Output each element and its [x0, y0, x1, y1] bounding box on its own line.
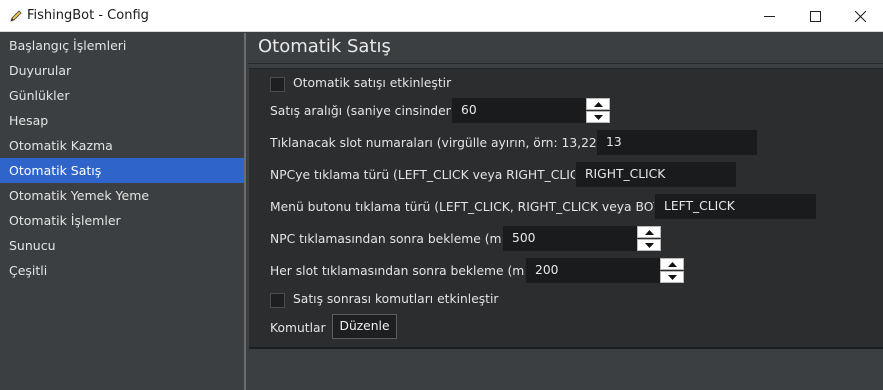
npc-wait-stepper [637, 225, 661, 252]
sidebar-item-server[interactable]: Sunucu [0, 233, 244, 258]
close-button[interactable] [837, 0, 883, 32]
arrow-up-icon [667, 261, 677, 267]
maximize-icon [809, 10, 821, 22]
slot-wait-decrement-button[interactable] [660, 271, 684, 283]
sidebar-item-auto-sell[interactable]: Otomatik Satış [0, 158, 244, 183]
npc-click-type-input[interactable]: RIGHT_CLICK [575, 161, 737, 188]
slot-wait-label: Her slot tıklamasından sonra bekleme (ms… [270, 264, 536, 278]
slot-numbers-input[interactable]: 13 [596, 129, 758, 156]
sell-interval-increment-button[interactable] [586, 98, 610, 110]
sidebar-item-auto-eat[interactable]: Otomatik Yemek Yeme [0, 183, 244, 208]
commands-label: Komutlar [270, 321, 326, 335]
maximize-button[interactable] [792, 0, 838, 32]
slot-numbers-label: Tıklanacak slot numaraları (virgülle ayı… [270, 136, 622, 150]
enable-commands-checkbox[interactable] [270, 293, 285, 308]
settings-panel: Otomatik satışı etkinleştir Satış aralığ… [249, 68, 883, 349]
arrow-up-icon [593, 101, 603, 107]
npc-wait-increment-button[interactable] [637, 226, 661, 238]
npc-click-type-label: NPCye tıklama türü (LEFT_CLICK veya RIGH… [270, 168, 592, 182]
slot-wait-stepper [660, 257, 684, 284]
sell-interval-input[interactable]: 60 [451, 97, 587, 124]
sell-interval-label: Satış aralığı (saniye cinsinden) [270, 104, 459, 118]
enable-autosell-checkbox[interactable] [270, 77, 285, 92]
arrow-up-icon [644, 229, 654, 235]
menu-click-type-label: Menü butonu tıklama türü (LEFT_CLICK, RI… [270, 200, 675, 214]
arrow-down-icon [667, 274, 677, 280]
sell-interval-stepper [586, 97, 610, 124]
close-icon [854, 10, 866, 22]
enable-autosell-label: Otomatik satışı etkinleştir [293, 76, 452, 90]
slot-wait-input[interactable]: 200 [525, 257, 661, 284]
slot-wait-increment-button[interactable] [660, 258, 684, 270]
section-header: Otomatik Satış [248, 33, 883, 64]
sidebar-item-misc[interactable]: Çeşitli [0, 258, 244, 283]
title-bar: FishingBot - Config [0, 0, 883, 32]
npc-wait-decrement-button[interactable] [637, 239, 661, 251]
npc-wait-label: NPC tıklamasından sonra bekleme (ms) [270, 232, 513, 246]
arrow-down-icon [593, 114, 603, 120]
window-title: FishingBot - Config [27, 8, 149, 23]
sell-interval-decrement-button[interactable] [586, 111, 610, 123]
page-title: Otomatik Satış [258, 36, 391, 57]
minimize-button[interactable] [746, 0, 792, 32]
sidebar-item-logs[interactable]: Günlükler [0, 83, 244, 108]
pencil-icon [10, 10, 22, 22]
sidebar: Başlangıç İşlemleri Duyurular Günlükler … [0, 33, 246, 390]
sidebar-item-auto-actions[interactable]: Otomatik İşlemler [0, 208, 244, 233]
sidebar-item-account[interactable]: Hesap [0, 108, 244, 133]
edit-commands-button[interactable]: Düzenle [332, 314, 397, 339]
main-content: Otomatik Satış Otomatik satışı etkinleşt… [248, 33, 883, 390]
npc-wait-input[interactable]: 500 [502, 225, 638, 252]
sidebar-item-auto-mining[interactable]: Otomatik Kazma [0, 133, 244, 158]
menu-click-type-input[interactable]: LEFT_CLICK [654, 193, 817, 220]
enable-commands-label: Satış sonrası komutları etkinleştir [293, 292, 499, 306]
sidebar-item-startup[interactable]: Başlangıç İşlemleri [0, 33, 244, 58]
sidebar-item-announcements[interactable]: Duyurular [0, 58, 244, 83]
arrow-down-icon [644, 242, 654, 248]
minimize-icon [763, 15, 775, 17]
